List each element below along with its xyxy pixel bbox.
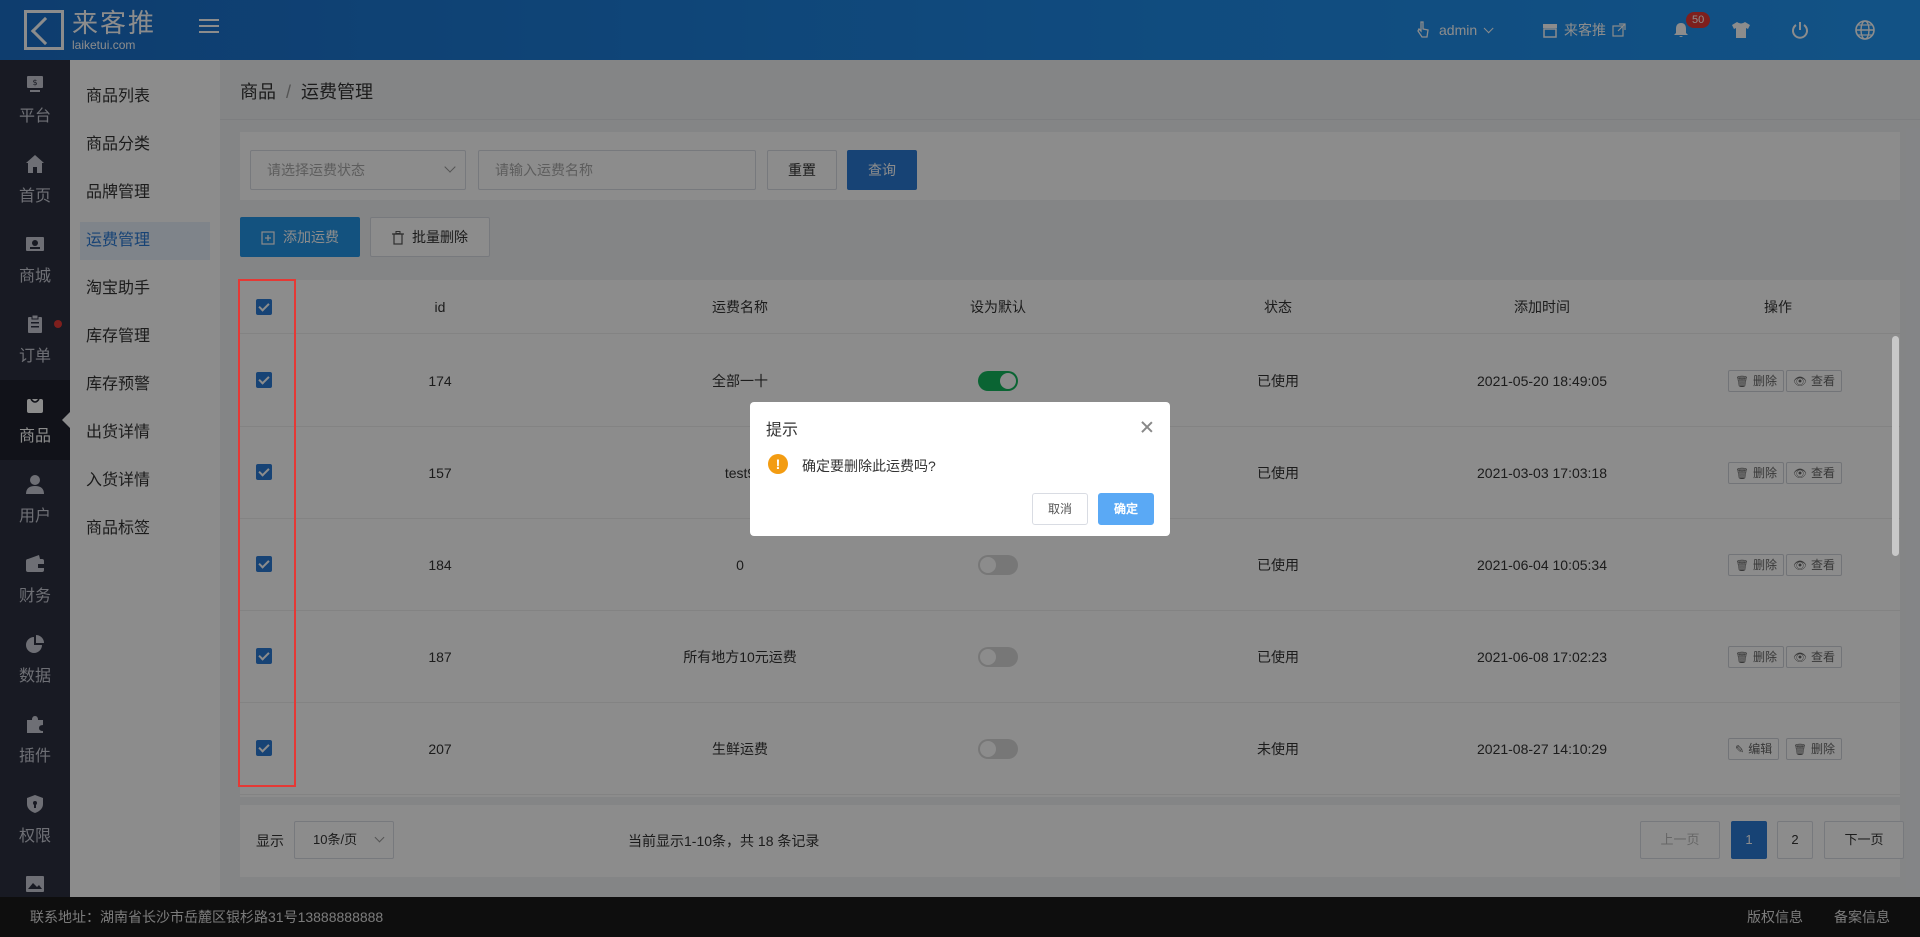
checkbox-column-highlight — [238, 279, 296, 787]
dialog-title: 提示 — [766, 422, 799, 439]
confirm-button[interactable]: 确定 — [1098, 493, 1154, 525]
cancel-button[interactable]: 取消 — [1032, 493, 1088, 525]
confirm-dialog: 提示 ! 确定要删除此运费吗? 取消 确定 — [750, 402, 1170, 536]
dialog-message: 确定要删除此运费吗? — [802, 458, 936, 474]
close-icon[interactable] — [1140, 420, 1154, 434]
warning-icon: ! — [768, 454, 788, 474]
vertical-scrollbar[interactable] — [1892, 336, 1899, 556]
